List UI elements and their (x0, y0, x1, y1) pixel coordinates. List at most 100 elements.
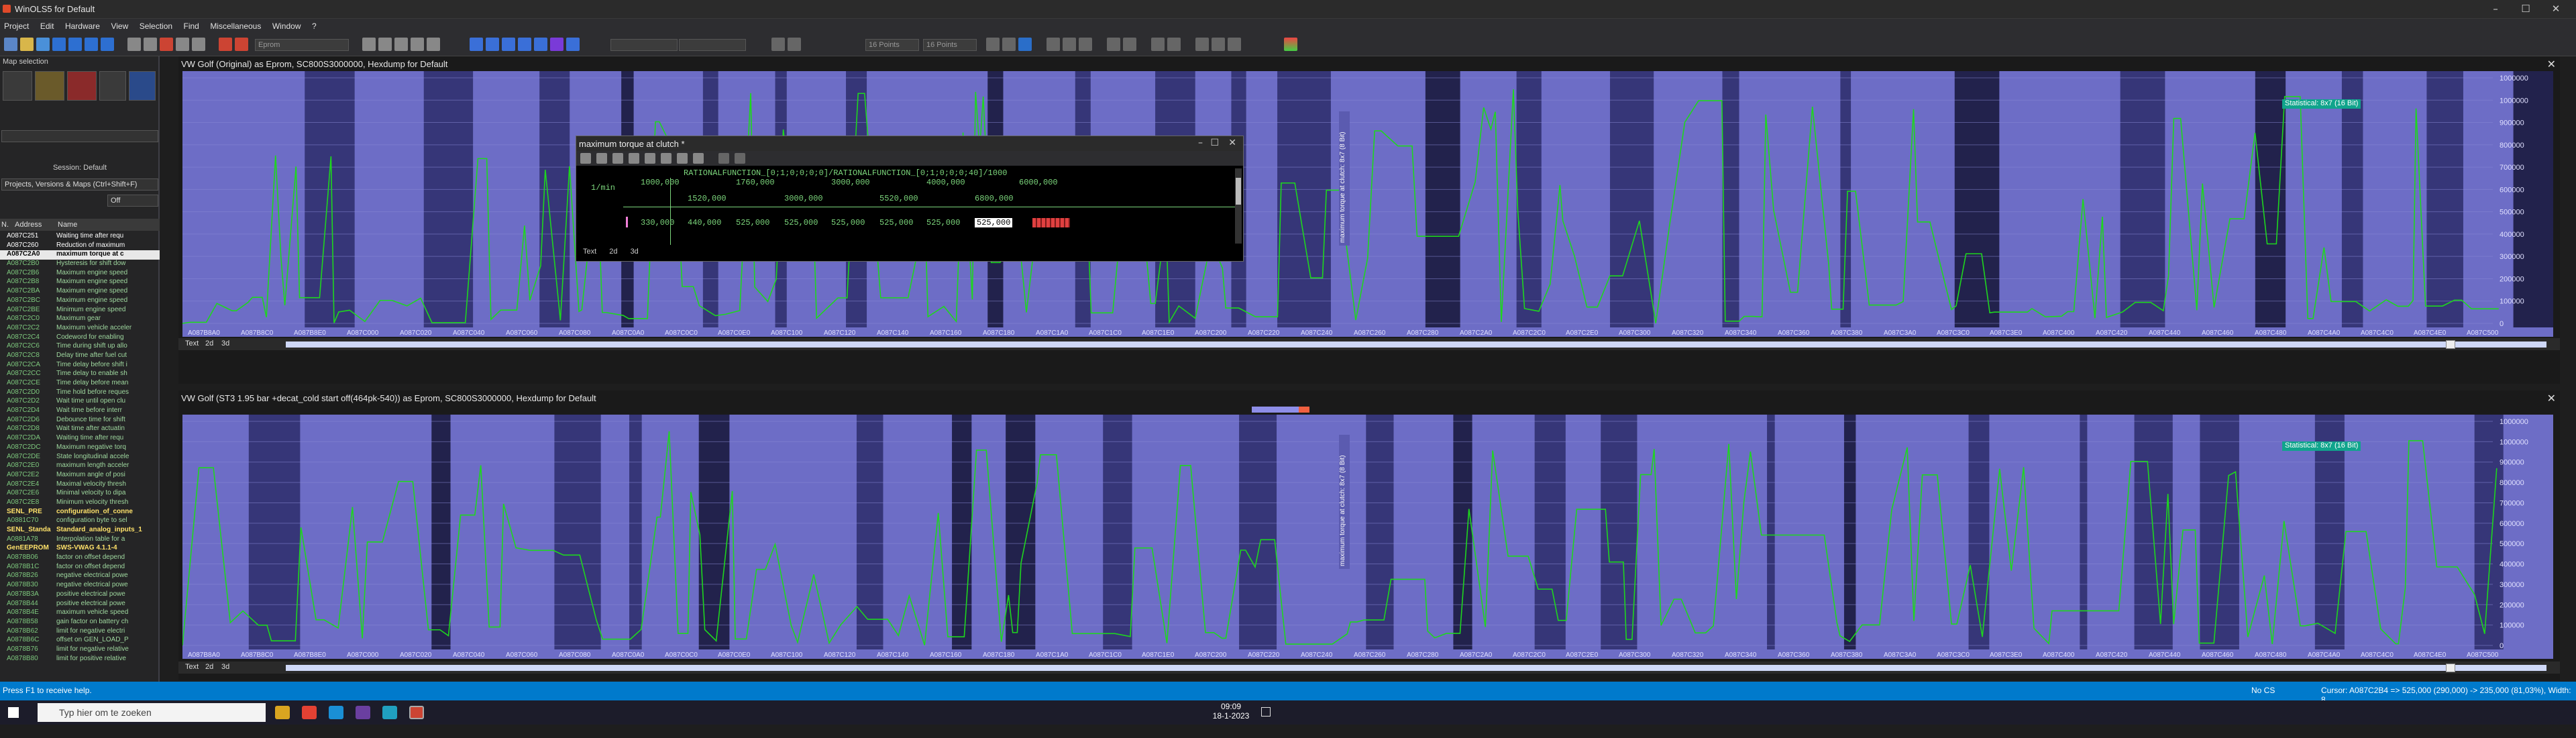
axis-cell[interactable]: 1520,000 (688, 194, 727, 203)
mode-text[interactable]: Text (185, 339, 199, 348)
open-folder-icon[interactable] (35, 71, 64, 101)
view-icon[interactable] (518, 38, 531, 51)
menu-window[interactable]: Window (268, 19, 305, 34)
tool-icon[interactable] (596, 153, 607, 164)
eprom-field[interactable]: Eprom (255, 39, 349, 51)
list-item[interactable]: A087C2CA Time delay before shift i (0, 361, 160, 370)
grid-icon[interactable] (986, 38, 1000, 51)
grid-icon[interactable] (129, 71, 156, 101)
off-toggle[interactable]: Off (107, 195, 158, 207)
tool-icon[interactable] (645, 153, 655, 164)
winols-taskbar-icon[interactable] (409, 706, 424, 719)
value-cell[interactable]: 525,000 (879, 218, 913, 227)
tool-icon[interactable] (718, 153, 729, 164)
redo-icon[interactable] (192, 38, 205, 51)
chart-icon[interactable] (1151, 38, 1165, 51)
clock[interactable]: 09:09 18-1-2023 (1208, 702, 1254, 721)
mode-3d[interactable]: 3d (221, 339, 229, 348)
chart-icon[interactable] (1167, 38, 1181, 51)
close-button[interactable]: ✕ (2542, 3, 2569, 16)
scroll-thumb[interactable] (2446, 664, 2455, 672)
scroll-thumb[interactable] (2446, 340, 2455, 349)
axis-cell[interactable]: 1760,000 (736, 178, 775, 187)
hexdump-plot[interactable]: 1000000 1000000 900000 800000 700000 600000 50… (182, 71, 2553, 337)
grid-icon[interactable] (1002, 38, 1016, 51)
menu-view[interactable]: View (107, 19, 132, 34)
list-item[interactable]: A087C2D8 Wait time after actuatin (0, 425, 160, 434)
tool-icon[interactable] (411, 38, 424, 51)
list-item[interactable]: A087C2D4 Wait time before interr (0, 407, 160, 416)
chrome-icon[interactable] (302, 706, 317, 719)
value-cell[interactable]: 525,000 (926, 218, 960, 227)
app-icon[interactable] (356, 706, 370, 719)
mode-text[interactable]: Text (185, 663, 199, 671)
view-icon[interactable] (534, 38, 547, 51)
list-item[interactable]: A087C2D2 Wait time until open clu (0, 397, 160, 407)
list-item[interactable]: A087C2E0 maximum length acceler (0, 462, 160, 471)
undo-icon[interactable] (176, 38, 189, 51)
list-item[interactable]: A087C2C2 Maximum vehicle acceler (0, 324, 160, 333)
nav-last-icon[interactable] (101, 38, 114, 51)
horizontal-scrollbar[interactable]: Text 2d 3d (178, 338, 2560, 350)
axis-cell[interactable]: 6000,000 (1019, 178, 1058, 187)
col-address[interactable]: Address (15, 221, 42, 229)
delete-icon[interactable] (67, 71, 97, 101)
mode-2d[interactable]: 2d (205, 663, 213, 671)
close-icon[interactable]: ✕ (2547, 392, 2556, 405)
chart-icon[interactable] (1123, 38, 1136, 51)
list-item[interactable]: A0878B3A positive electrical powe (0, 590, 160, 600)
list-item[interactable]: A0878B26 negative electrical powe (0, 572, 160, 581)
list-item[interactable]: A087C2BE Minimum engine speed (0, 306, 160, 315)
list-item[interactable]: A0878B44 positive electrical powe (0, 600, 160, 609)
folder-icon[interactable] (3, 71, 32, 101)
list-item[interactable]: A087C2BA Maximum engine speed (0, 287, 160, 297)
minimize-button[interactable]: – (1198, 138, 1203, 148)
map-window-icon[interactable] (235, 38, 248, 51)
list-item[interactable]: A087C2A0 maximum torque at c (0, 250, 160, 260)
list-item[interactable]: A087C260 Reduction of maximum (0, 242, 160, 251)
list-item[interactable]: A0878B1C factor on offset depend (0, 563, 160, 572)
vertical-scrollbar[interactable] (1235, 168, 1242, 244)
list-item[interactable]: A087C2B0 Hysteresis for shift dow (0, 260, 160, 269)
tool-icon[interactable] (394, 38, 408, 51)
list-item[interactable]: A0878B76 limit for negative relative (0, 645, 160, 655)
list-item[interactable]: A0878B6C offset on GEN_LOAD_P (0, 636, 160, 645)
map-icon[interactable] (219, 38, 232, 51)
tool-icon[interactable] (735, 153, 745, 164)
axis-cell[interactable]: 1000,000 (641, 178, 680, 187)
list-item[interactable]: A087C2E6 Minimal velocity to dipa (0, 489, 160, 498)
axis-cell[interactable]: 6800,000 (975, 194, 1014, 203)
list-item[interactable]: A087C2C8 Delay time after fuel cut (0, 352, 160, 361)
view-icon[interactable] (566, 38, 580, 51)
nav-next-icon[interactable] (85, 38, 98, 51)
list-item[interactable]: A0878B62 limit for negative electri (0, 627, 160, 637)
nav-first-icon[interactable] (52, 38, 66, 51)
tab-2d[interactable]: 2d (604, 248, 623, 256)
save-icon[interactable] (36, 38, 50, 51)
skype-icon[interactable] (329, 706, 343, 719)
list-item[interactable]: A087C2CE Time delay before mean (0, 379, 160, 388)
list-item[interactable]: A0881C70 configuration byte to sel (0, 517, 160, 526)
tool-icon[interactable] (612, 153, 623, 164)
tool-icon[interactable] (677, 153, 688, 164)
chart-icon[interactable] (1046, 38, 1060, 51)
open-icon[interactable] (20, 38, 34, 51)
tool-icon[interactable] (629, 153, 639, 164)
list-item[interactable]: SENL_PRE configuration_of_conne (0, 508, 160, 517)
hexdump-plot[interactable]: 1000000 1000000 900000 800000 700000 600000 50… (182, 415, 2553, 659)
list-item[interactable]: A0878B80 limit for positive relative (0, 655, 160, 664)
axis-cell[interactable]: 3000,000 (784, 194, 823, 203)
list-item[interactable]: A0878B30 negative electrical powe (0, 581, 160, 590)
chart-icon[interactable] (1079, 38, 1092, 51)
mode-2d[interactable]: 2d (205, 339, 213, 348)
list-item[interactable]: A087C2D6 Debounce time for shift (0, 416, 160, 425)
menu-edit[interactable]: Edit (36, 19, 58, 34)
menu-project[interactable]: Project (0, 19, 33, 34)
delete-icon[interactable] (160, 38, 173, 51)
value-cell[interactable]: 525,000 (831, 218, 865, 227)
list-item[interactable]: A087C251 Waiting time after requ (0, 232, 160, 242)
view-icon[interactable] (470, 38, 483, 51)
scroll-thumb[interactable] (1236, 178, 1241, 205)
tool-icon[interactable] (427, 38, 440, 51)
col-no[interactable]: N. (1, 221, 9, 229)
